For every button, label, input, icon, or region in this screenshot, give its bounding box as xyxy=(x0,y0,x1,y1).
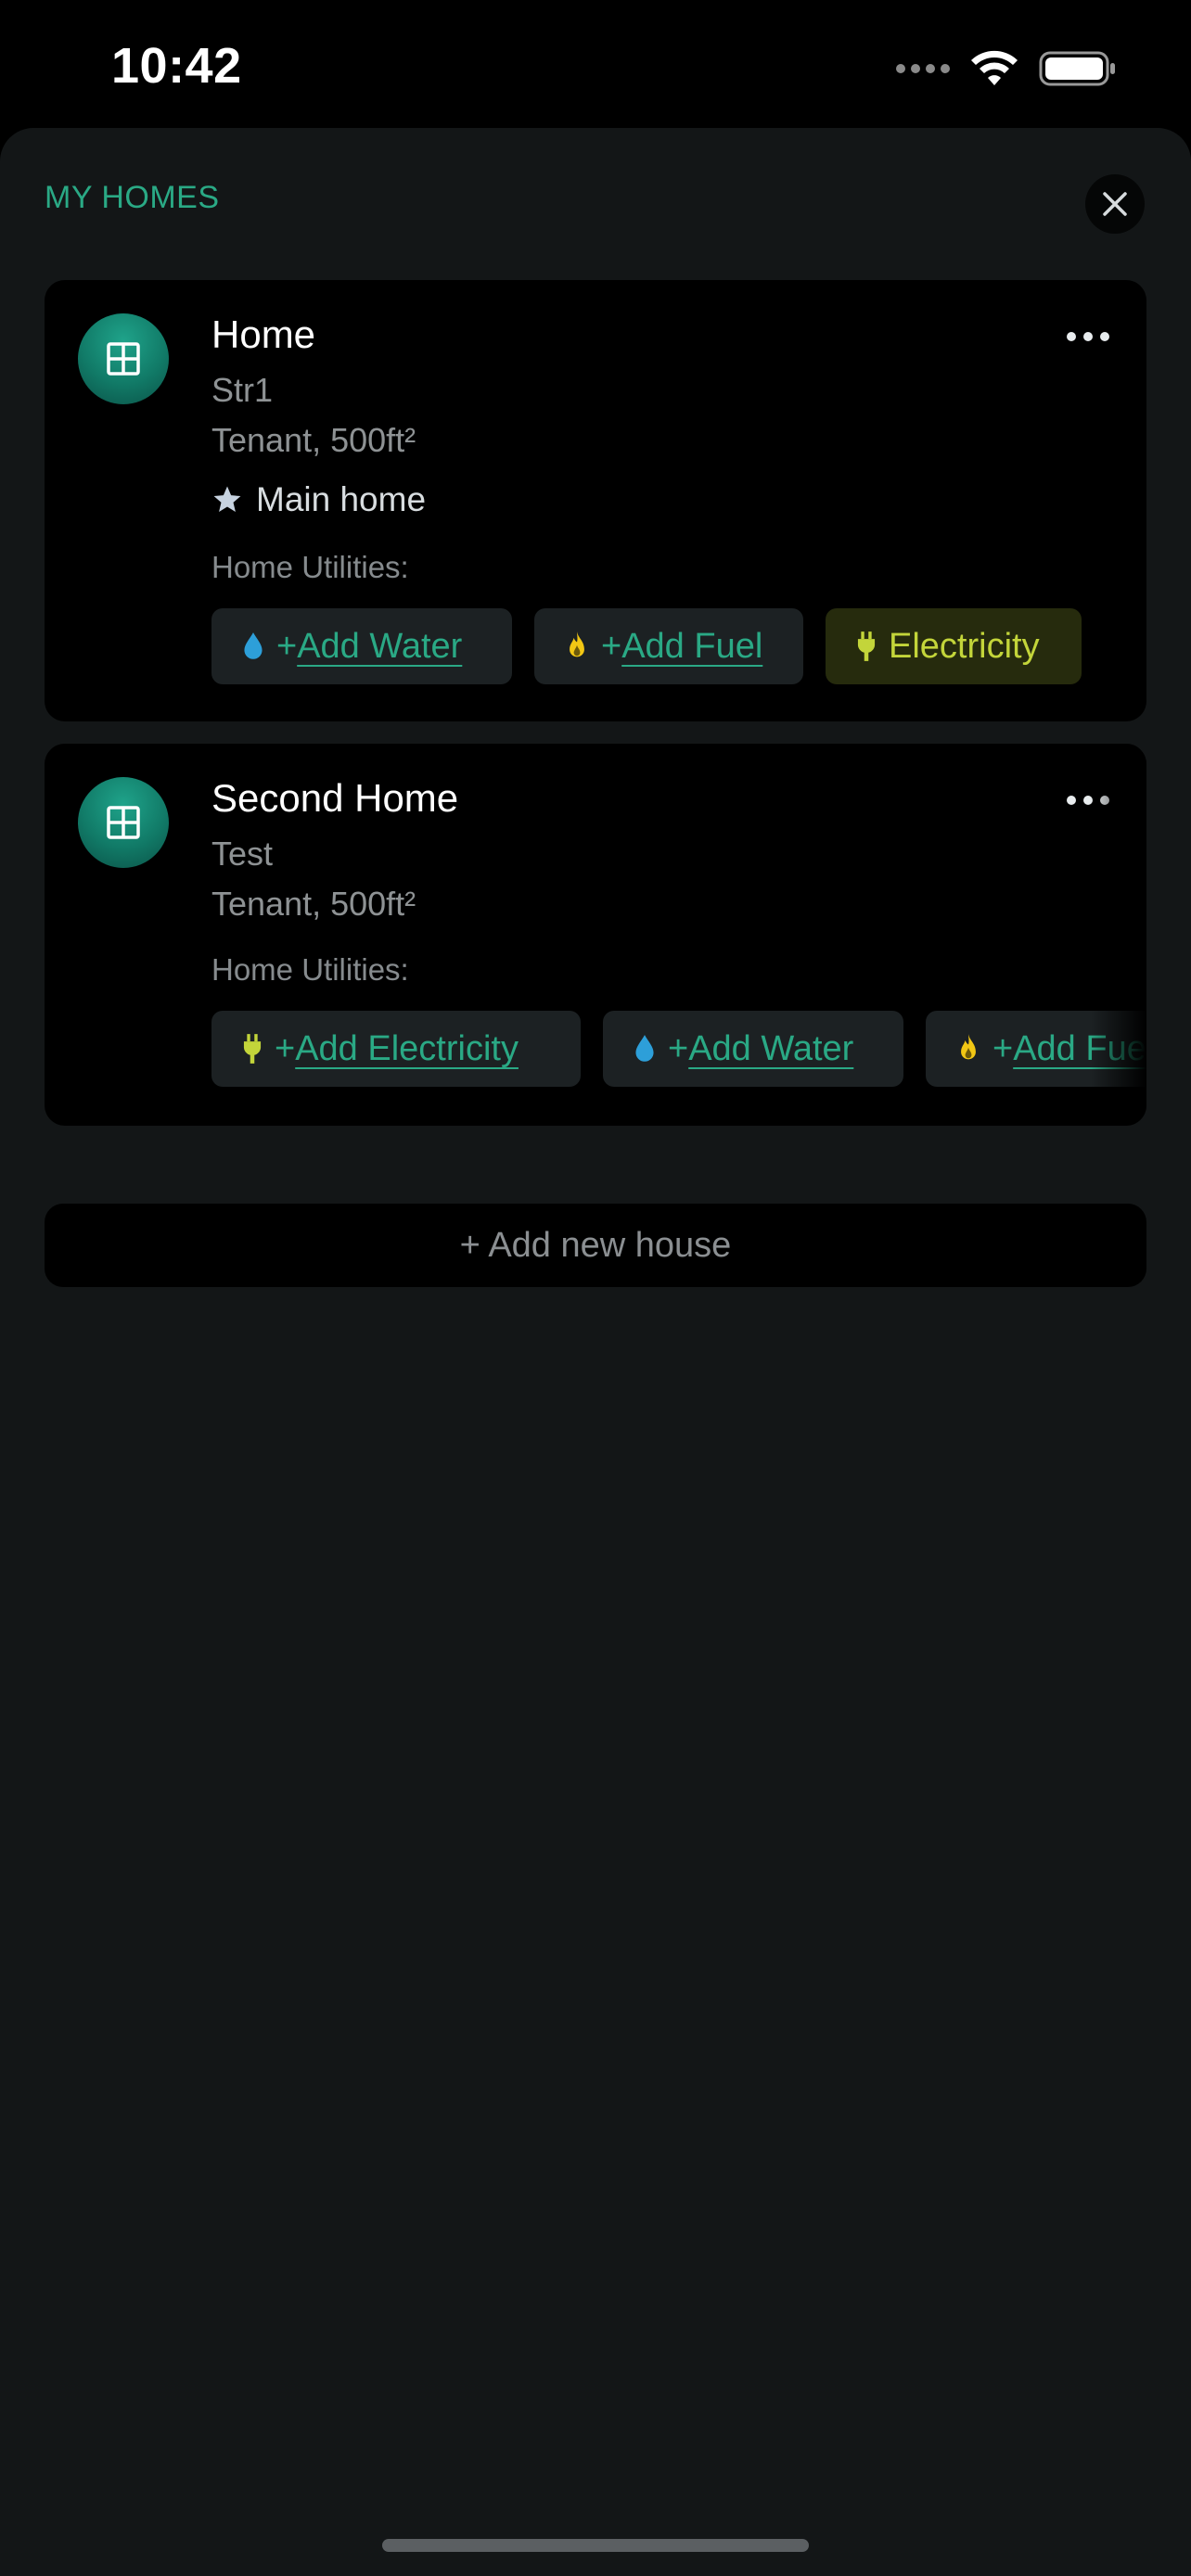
window-icon xyxy=(107,806,140,839)
add-water-chip[interactable]: +Add Water xyxy=(211,608,512,684)
chip-label: Add Electricity xyxy=(295,1028,519,1068)
home-street: Test xyxy=(211,835,274,873)
water-drop-icon xyxy=(635,1035,654,1062)
home-card[interactable]: Home Str1 Tenant, 500ft² Main home Home … xyxy=(45,280,1146,721)
chip-label: Add Fuel xyxy=(1013,1028,1146,1068)
status-icons xyxy=(896,48,1117,89)
utilities-chips: +Add Electricity +Add Water +Add Fuel xyxy=(211,1011,1146,1087)
status-time: 10:42 xyxy=(111,38,242,94)
plug-icon xyxy=(857,631,876,661)
window-icon xyxy=(107,342,140,376)
cellular-signal-icon xyxy=(896,64,950,73)
flame-icon xyxy=(961,1034,976,1060)
home-name: Home xyxy=(211,312,316,356)
chip-label: Add Fuel xyxy=(621,626,763,666)
add-fuel-chip[interactable]: +Add Fuel xyxy=(534,608,803,684)
utilities-label: Home Utilities: xyxy=(211,952,409,987)
home-avatar xyxy=(78,313,169,404)
chip-label: Add Water xyxy=(297,626,463,666)
home-indicator[interactable] xyxy=(382,2539,809,2552)
home-meta: Tenant, 500ft² xyxy=(211,421,416,459)
main-home-label: Main home xyxy=(256,480,427,518)
close-button[interactable] xyxy=(1085,174,1145,234)
star-icon xyxy=(213,486,241,513)
close-icon xyxy=(1103,192,1127,216)
add-new-house-button[interactable]: + Add new house xyxy=(45,1204,1146,1287)
plug-icon xyxy=(243,1034,262,1064)
home-avatar xyxy=(78,777,169,868)
home-meta: Tenant, 500ft² xyxy=(211,885,416,923)
my-homes-sheet: MY HOMES Home Str1 Tenant, 500ft² Main h… xyxy=(0,128,1191,2576)
wifi-icon xyxy=(971,50,1018,85)
chip-label: Add Water xyxy=(688,1028,854,1068)
utilities-label: Home Utilities: xyxy=(211,550,409,584)
status-bar: 10:42 xyxy=(0,0,1191,130)
flame-icon xyxy=(570,631,584,657)
home-street: Str1 xyxy=(211,371,274,409)
main-home-badge: Main home xyxy=(211,477,1146,523)
home-card[interactable]: Second Home Test Tenant, 500ft² Home Uti… xyxy=(45,744,1146,1126)
chip-label: Electricity xyxy=(889,626,1040,666)
utilities-chips: +Add Water +Add Fuel Electricity xyxy=(211,608,1146,684)
home-name: Second Home xyxy=(211,776,459,820)
add-electricity-chip[interactable]: +Add Electricity xyxy=(211,1011,581,1087)
electricity-chip[interactable]: Electricity xyxy=(826,608,1082,684)
battery-icon xyxy=(1039,51,1115,86)
water-drop-icon xyxy=(244,632,263,659)
sheet-title: MY HOMES xyxy=(45,180,220,215)
add-fuel-chip[interactable]: +Add Fuel xyxy=(926,1011,1146,1087)
add-water-chip[interactable]: +Add Water xyxy=(603,1011,903,1087)
